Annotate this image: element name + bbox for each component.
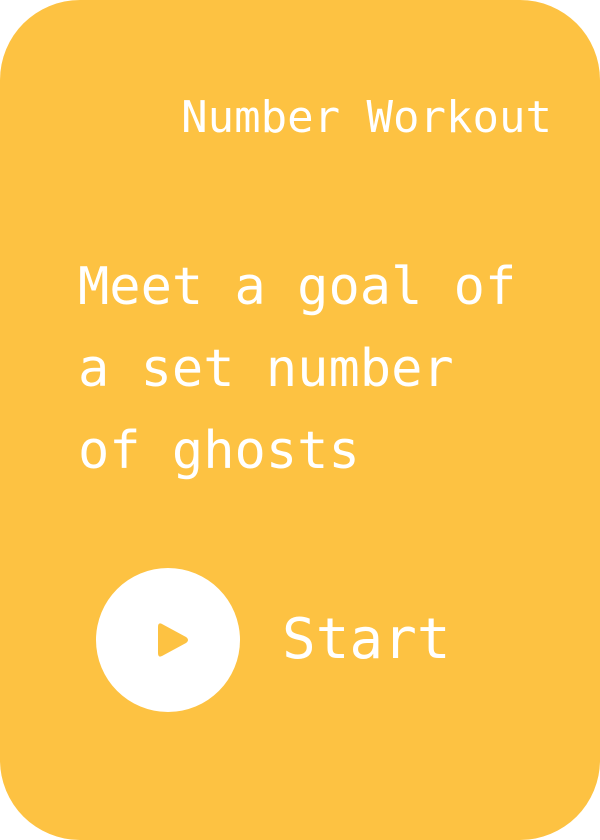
play-icon [158, 623, 188, 657]
card-description: Meet a goal of a set number of ghosts [78, 257, 517, 481]
start-button[interactable]: Start [96, 568, 451, 712]
play-button[interactable] [96, 568, 240, 712]
workout-card[interactable]: Number Workout Meet a goal of a set numb… [0, 0, 600, 840]
start-label: Start [282, 607, 451, 672]
card-title: Number Workout [181, 92, 552, 143]
